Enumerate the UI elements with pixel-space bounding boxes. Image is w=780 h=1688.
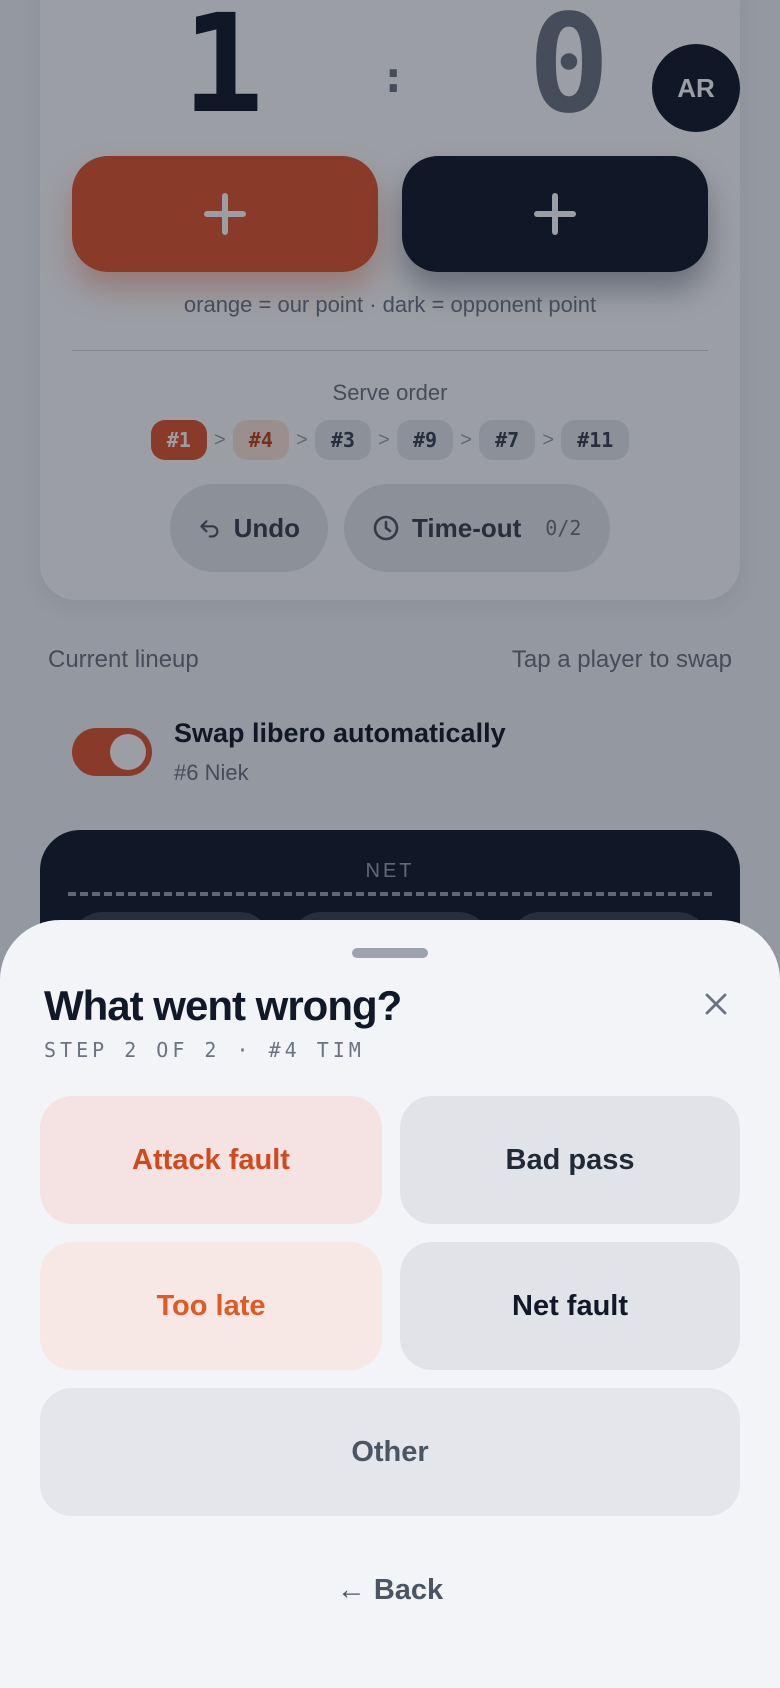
net-fault-option[interactable]: Net fault (400, 1242, 740, 1370)
back-button[interactable]: ← Back (0, 1568, 780, 1612)
what-went-wrong-sheet: What went wrong? STEP 2 OF 2 · #4 TIM At… (0, 920, 780, 1688)
bad-pass-option[interactable]: Bad pass (400, 1096, 740, 1224)
sheet-handle[interactable] (352, 948, 428, 958)
attack-fault-option[interactable]: Attack fault (40, 1096, 382, 1224)
other-option[interactable]: Other (40, 1388, 740, 1516)
sheet-title: What went wrong? (44, 982, 402, 1029)
step-indicator: STEP 2 OF 2 · #4 TIM (44, 1038, 365, 1062)
close-button[interactable] (696, 984, 736, 1024)
too-late-option[interactable]: Too late (40, 1242, 382, 1370)
close-icon (705, 993, 727, 1015)
